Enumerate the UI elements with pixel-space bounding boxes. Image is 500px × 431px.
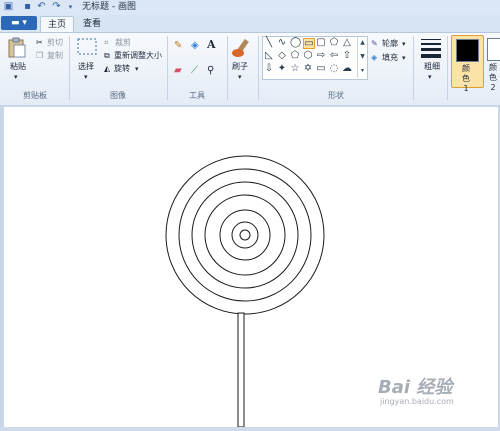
diamond-shape-icon[interactable]: ◇: [277, 51, 287, 61]
size-dropdown-icon[interactable]: ▾: [428, 72, 432, 82]
group-divider: [413, 36, 414, 100]
paste-dropdown-icon[interactable]: ▾: [14, 72, 18, 82]
fill-icon[interactable]: ◈: [371, 53, 377, 63]
outline-button[interactable]: 轮廓: [382, 39, 398, 49]
oval-callout-shape-icon[interactable]: ◌: [329, 64, 339, 74]
up-arrow-shape-icon[interactable]: ⇧: [342, 51, 352, 61]
magnifier-icon[interactable]: ⚲: [207, 66, 214, 76]
fill-button[interactable]: 填充: [382, 53, 398, 63]
brushes-dropdown-icon[interactable]: ▾: [238, 72, 242, 82]
redo-icon[interactable]: ↷: [50, 1, 63, 13]
line-shape-icon[interactable]: ╲: [264, 38, 274, 48]
triangle-shape-icon[interactable]: △: [342, 38, 352, 48]
undo-icon[interactable]: ↶: [35, 1, 48, 13]
clipboard-group-label: 剪贴板: [23, 91, 47, 100]
curve-shape-icon[interactable]: ∿: [277, 38, 287, 48]
cut-button[interactable]: 剪切: [47, 38, 63, 48]
copy-button[interactable]: 复制: [47, 51, 63, 61]
file-menu-button[interactable]: ▬ ▾: [1, 16, 37, 30]
right-arrow-shape-icon[interactable]: ⇨: [316, 51, 326, 61]
oval-shape-icon[interactable]: ◯: [290, 38, 301, 48]
color2-label: 颜色 2: [489, 63, 497, 92]
select-button[interactable]: 选择: [78, 62, 94, 72]
right-triangle-shape-icon[interactable]: ◺: [264, 51, 274, 61]
color2-swatch: [487, 38, 500, 61]
rotate-button[interactable]: 旋转: [114, 64, 130, 74]
color1-swatch: [456, 39, 479, 62]
paint-app-icon: ▣: [3, 1, 14, 12]
title-bar: ▣ ▪ ↶ ↷ ▾ 无标题 - 画图: [0, 0, 500, 16]
watermark-logo: Bai 经验: [378, 377, 453, 398]
cloud-callout-shape-icon[interactable]: ☁: [342, 64, 352, 74]
rectangle-shape-icon[interactable]: ▭: [303, 38, 315, 49]
rounded-callout-shape-icon[interactable]: ▭: [316, 64, 326, 74]
shapes-group-label: 形状: [328, 91, 344, 100]
four-point-star-shape-icon[interactable]: ✦: [277, 64, 287, 74]
ribbon-tabs: [0, 15, 500, 32]
outline-dropdown-icon[interactable]: ▾: [402, 39, 406, 49]
resize-button[interactable]: 重新调整大小: [114, 51, 162, 61]
window-title: 无标题 - 画图: [82, 2, 136, 12]
crop-icon[interactable]: ⌗: [104, 38, 109, 48]
polygon-shape-icon[interactable]: ⬠: [329, 38, 339, 48]
fill-dropdown-icon[interactable]: ▾: [402, 53, 406, 63]
brushes-button[interactable]: 刷子: [232, 62, 248, 72]
crop-button[interactable]: 裁剪: [115, 38, 131, 48]
group-divider: [227, 36, 228, 100]
rotate-icon[interactable]: ◭: [104, 64, 110, 74]
save-icon[interactable]: ▪: [21, 1, 34, 13]
shapes-scroll[interactable]: ▲ ▼ ▾: [357, 36, 367, 78]
hexagon-shape-icon[interactable]: ⬡: [303, 51, 313, 61]
tools-group-label: 工具: [189, 91, 205, 100]
paste-icon[interactable]: [7, 37, 27, 59]
down-arrow-shape-icon[interactable]: ⇩: [264, 64, 274, 74]
copy-icon[interactable]: ❐: [36, 51, 43, 61]
five-point-star-shape-icon[interactable]: ☆: [290, 64, 300, 74]
file-menu-icon: ▬ ▾: [11, 18, 27, 28]
eraser-icon[interactable]: ▰: [174, 66, 182, 76]
brush-icon[interactable]: [231, 37, 253, 59]
color-picker-icon[interactable]: ⟋: [191, 66, 198, 76]
cut-icon[interactable]: ✂: [36, 38, 43, 48]
select-dropdown-icon[interactable]: ▾: [84, 72, 88, 82]
group-divider: [447, 36, 448, 100]
fill-bucket-icon[interactable]: ◈: [191, 41, 199, 51]
color1-label: 颜色 1: [462, 64, 470, 93]
pencil-icon[interactable]: ✎: [174, 41, 182, 51]
six-point-star-shape-icon[interactable]: ✡: [303, 64, 313, 74]
select-icon[interactable]: [76, 37, 98, 57]
pentagon-shape-icon[interactable]: ⬠: [290, 51, 300, 61]
text-tool-icon[interactable]: A: [207, 39, 216, 50]
outline-icon[interactable]: ✎: [371, 39, 378, 49]
size-button[interactable]: 粗细: [424, 62, 440, 72]
paste-button[interactable]: 粘贴: [10, 62, 26, 72]
tab-view[interactable]: 查看: [76, 16, 108, 32]
left-arrow-shape-icon[interactable]: ⇦: [329, 51, 339, 61]
tab-home[interactable]: 主页: [40, 16, 74, 33]
image-group-label: 图像: [110, 91, 126, 100]
customize-quick-access-icon[interactable]: ▾: [64, 1, 77, 13]
rounded-rectangle-shape-icon[interactable]: ▢: [316, 38, 326, 48]
size-icon[interactable]: [420, 38, 442, 58]
rotate-dropdown-icon[interactable]: ▾: [135, 64, 139, 74]
resize-icon[interactable]: ⧉: [104, 51, 110, 61]
color2-button[interactable]: 颜色 2: [486, 38, 500, 92]
color1-button[interactable]: 颜色 1: [451, 35, 484, 93]
watermark-url: jingyan.baidu.com: [380, 397, 454, 406]
